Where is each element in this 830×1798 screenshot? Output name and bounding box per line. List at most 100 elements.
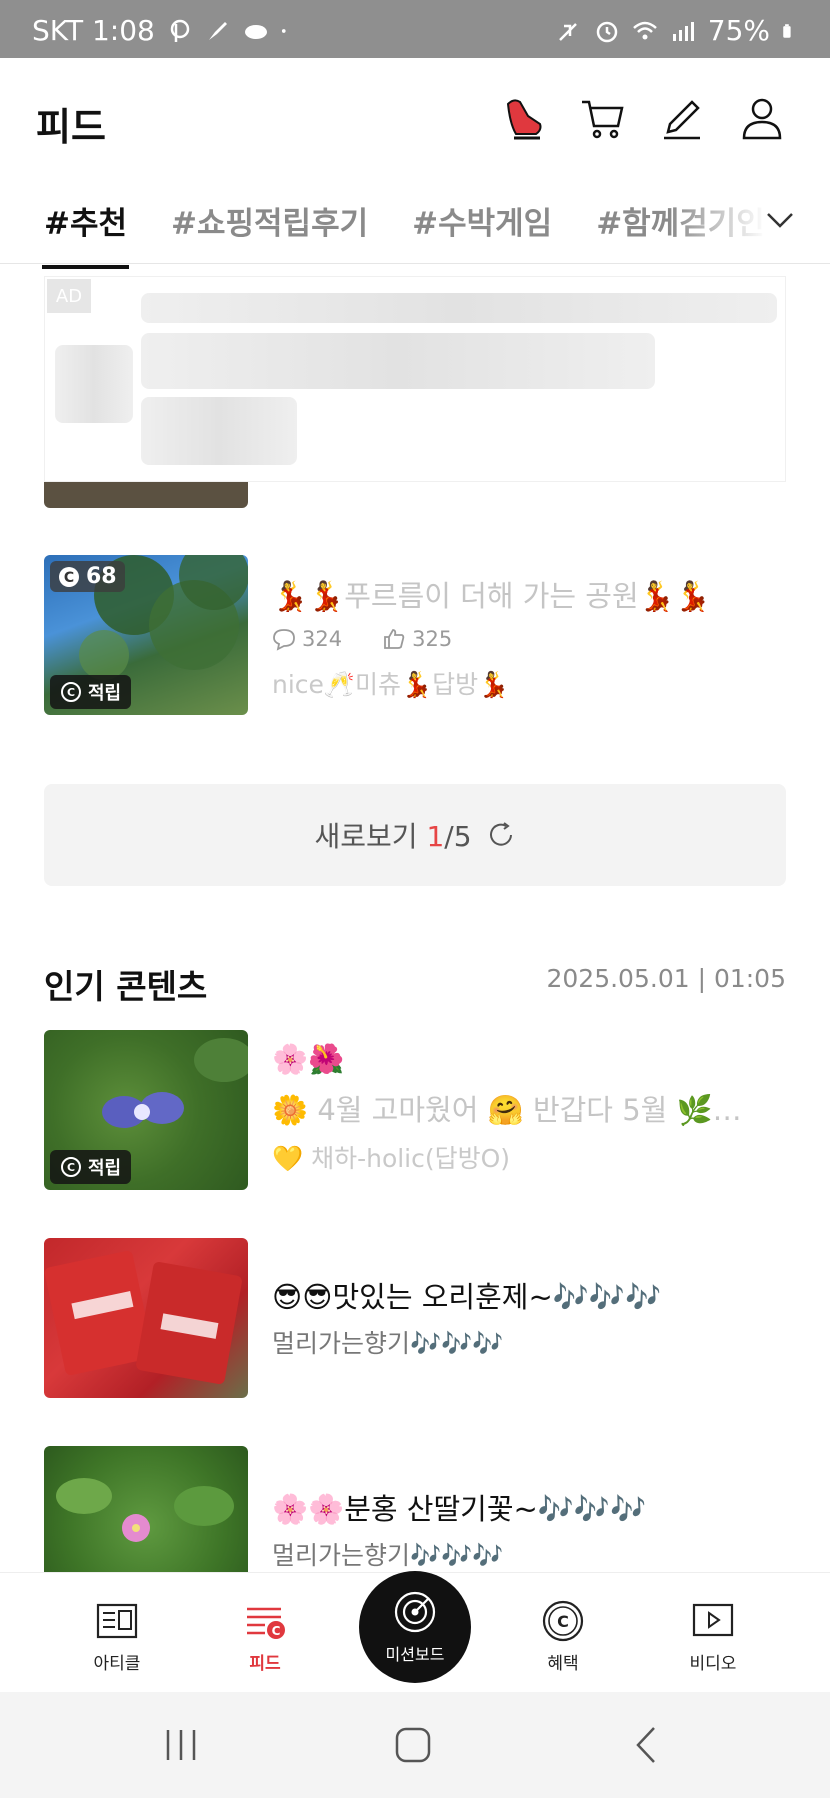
popular-item[interactable]: C 적립 🌸🌺 🌼 4월 고마웠어 🤗 반갑다 5월 🌿… 💛 채하-holic… [44, 1030, 786, 1190]
nav-video[interactable]: 비디오 [658, 1599, 768, 1674]
cart-icon[interactable] [578, 94, 626, 142]
status-bar: SKT 1:08 75% [0, 0, 830, 58]
feed-subtitle: nice🥂미츄💃답방💃 [272, 670, 510, 699]
nav-feed-label: 피드 [249, 1654, 281, 1674]
refresh-prefix: 새로보기 [314, 820, 427, 853]
like-stat: 325 [382, 627, 452, 651]
svg-text:C: C [67, 1161, 75, 1174]
partial-thumbnail [44, 482, 248, 508]
refresh-total: /5 [444, 820, 472, 853]
earn-badge: C 적립 [50, 1150, 132, 1184]
carrier-time: SKT 1:08 [32, 14, 155, 47]
section-timestamp: 2025.05.01 | 01:05 [546, 964, 786, 993]
recent-apps-icon[interactable] [158, 1722, 204, 1768]
ad-skeleton-image [55, 345, 133, 423]
coin-count: 68 [86, 564, 117, 589]
header-actions [498, 94, 786, 142]
nav-article-label: 아티클 [93, 1654, 141, 1674]
feed-icon: C [247, 1607, 285, 1639]
earn-label: 적립 [88, 1158, 122, 1179]
popular-item[interactable]: 🌸🌸분홍 산딸기꽃~🎶🎶🎶 멀리가는향기🎶🎶🎶 [44, 1446, 786, 1572]
shoe-icon[interactable] [498, 94, 546, 142]
refresh-current: 1 [426, 820, 445, 853]
copyright-circle-icon: C [542, 1600, 584, 1642]
p-icon [170, 19, 190, 42]
hashtag-tabs: #추천 #쇼핑적립후기 #수박게임 #함께걷기인증 [0, 178, 830, 269]
nav-mission-label: 미션보드 [385, 1645, 445, 1664]
nav-benefit[interactable]: C 혜택 [508, 1599, 618, 1674]
popular-title-line1: 🌸🌺 [272, 1042, 345, 1076]
cloud-icon [244, 24, 267, 39]
tab-watermelon-game[interactable]: #수박게임 [412, 198, 552, 243]
popular-title: 🌸🌸분홍 산딸기꽃~🎶🎶🎶 [272, 1492, 647, 1526]
tab-recommend[interactable]: #추천 [41, 198, 130, 269]
svg-text:C: C [67, 686, 75, 699]
ad-skeleton-line [141, 293, 777, 323]
battery-icon [783, 23, 791, 38]
dot-icon [281, 28, 286, 33]
feed-title: 💃💃푸르름이 더해 가는 공원💃💃 [272, 579, 711, 613]
comment-stat: 324 [272, 627, 342, 651]
popular-title: 😎😎맛있는 오리훈제~🎶🎶🎶 [272, 1280, 662, 1314]
earn-badge: C 적립 [50, 675, 132, 709]
coin-count-badge: C 68 [50, 561, 125, 592]
raspberry-flower-image [56, 1478, 234, 1542]
article-icon [96, 1603, 138, 1639]
nav-benefit-label: 혜택 [547, 1654, 579, 1674]
nav-video-label: 비디오 [689, 1654, 737, 1674]
popular-meta: 😎😎맛있는 오리훈제~🎶🎶🎶 멀리가는향기🎶🎶🎶 [272, 1274, 786, 1360]
brush-icon [208, 21, 227, 40]
feed-stats: 324 325 [272, 627, 786, 651]
comment-icon [273, 629, 295, 651]
popular-meta: 🌸🌸분홍 산딸기꽃~🎶🎶🎶 멀리가는향기🎶🎶🎶 [272, 1486, 786, 1572]
feed-item[interactable]: C 68 C 적립 💃💃푸르름이 더해 가는 공원💃💃 324 325 nice… [44, 555, 786, 715]
comment-count: 324 [302, 627, 343, 651]
signal-icon [672, 21, 694, 41]
thumbs-up-icon [384, 629, 405, 649]
section-title: 인기 콘텐츠 [44, 967, 208, 1006]
ad-label: AD [47, 279, 91, 313]
popular-author: 💛 채하-holic(답방O) [272, 1144, 511, 1173]
nav-article[interactable]: 아티클 [62, 1599, 172, 1674]
refresh-button[interactable]: 새로보기 1/5 [44, 784, 786, 886]
target-icon [394, 1591, 436, 1633]
copyright-icon: C [61, 682, 81, 702]
like-count: 325 [412, 627, 453, 651]
popular-meta: 🌸🌺 🌼 4월 고마웠어 🤗 반갑다 5월 🌿… 💛 채하-holic(답방O) [272, 1042, 786, 1175]
coin-icon: C [59, 566, 79, 587]
svg-text:C: C [64, 570, 74, 586]
feed-meta: 💃💃푸르름이 더해 가는 공원💃💃 324 325 nice🥂미츄💃답방💃 [272, 573, 786, 701]
earn-label: 적립 [88, 683, 122, 704]
popular-author: 멀리가는향기🎶🎶🎶 [272, 1329, 504, 1358]
copyright-icon: C [61, 1157, 81, 1177]
chevron-down-icon[interactable] [766, 206, 794, 234]
pencil-icon[interactable] [658, 94, 706, 142]
popular-thumbnail [44, 1446, 248, 1572]
svg-text:C: C [272, 1624, 281, 1638]
popular-author: 멀리가는향기🎶🎶🎶 [272, 1541, 504, 1570]
back-icon[interactable] [624, 1722, 670, 1768]
alarm-icon [596, 21, 618, 42]
smoked-duck-image [44, 1250, 242, 1385]
page-title: 피드 [36, 105, 106, 149]
app-header: 피드 [0, 58, 830, 178]
refresh-icon [489, 822, 512, 846]
nav-feed[interactable]: C 피드 [210, 1599, 320, 1674]
refresh-label: 새로보기 1/5 [314, 815, 471, 855]
tab-shopping-review[interactable]: #쇼핑적립후기 [171, 198, 368, 243]
mute-icon [558, 22, 577, 41]
status-left: SKT 1:08 [32, 14, 293, 47]
popular-thumbnail: C 적립 [44, 1030, 248, 1190]
feed-thumbnail: C 68 C 적립 [44, 555, 248, 715]
profile-icon[interactable] [738, 94, 786, 142]
ad-banner[interactable]: AD [44, 276, 786, 482]
bottom-navigation: 아티클 C 피드 미션보드 C 혜택 비디오 [0, 1571, 830, 1692]
system-navigation [0, 1692, 830, 1798]
svg-text:C: C [557, 1612, 569, 1631]
popular-item[interactable]: 😎😎맛있는 오리훈제~🎶🎶🎶 멀리가는향기🎶🎶🎶 [44, 1238, 786, 1398]
ad-skeleton-line [141, 333, 655, 389]
popular-title-line2: 🌼 4월 고마웠어 🤗 반갑다 5월 🌿… [272, 1093, 742, 1127]
wifi-icon [632, 21, 657, 39]
nav-mission-board[interactable]: 미션보드 [359, 1571, 471, 1683]
home-icon[interactable] [390, 1722, 436, 1768]
